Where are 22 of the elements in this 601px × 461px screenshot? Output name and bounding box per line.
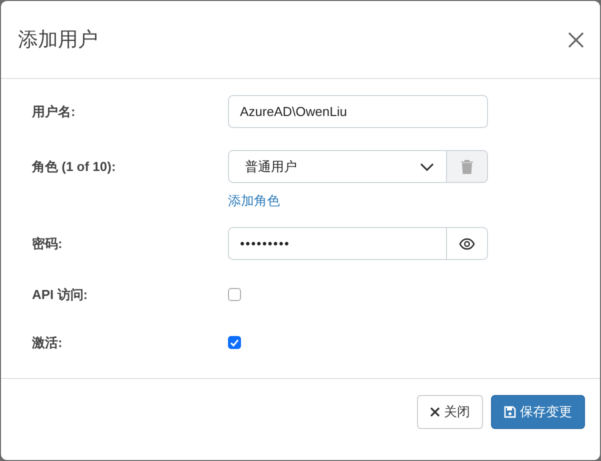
eye-icon <box>459 238 475 250</box>
close-icon[interactable] <box>568 32 584 48</box>
field-label: 密码: <box>32 235 64 254</box>
add-role-link[interactable]: 添加角色 <box>228 192 280 210</box>
trash-icon <box>461 160 473 174</box>
close-button[interactable]: 关闭 <box>417 395 483 430</box>
field-label: 用户名: <box>32 103 76 122</box>
save-button[interactable]: 保存变更 <box>491 395 585 430</box>
field-label: 角色 (1 of 10): <box>32 158 117 176</box>
save-icon <box>504 406 516 418</box>
username-field[interactable]: AzureAD\OwenLiu <box>228 95 488 128</box>
password-field[interactable]: ••••••••• <box>228 227 447 260</box>
show-password-button[interactable] <box>447 227 488 260</box>
checkbox[interactable] <box>228 336 241 350</box>
role-dropdown[interactable]: 普通用户 <box>228 150 447 184</box>
delete-button[interactable] <box>447 150 488 184</box>
chevron-down-icon <box>420 162 434 171</box>
dialog-title: 添加用户 <box>18 28 98 54</box>
checkbox[interactable] <box>228 288 241 302</box>
field-label: 激活: <box>32 334 64 352</box>
close-icon <box>430 407 440 418</box>
field-label: API 访问: <box>32 286 89 304</box>
